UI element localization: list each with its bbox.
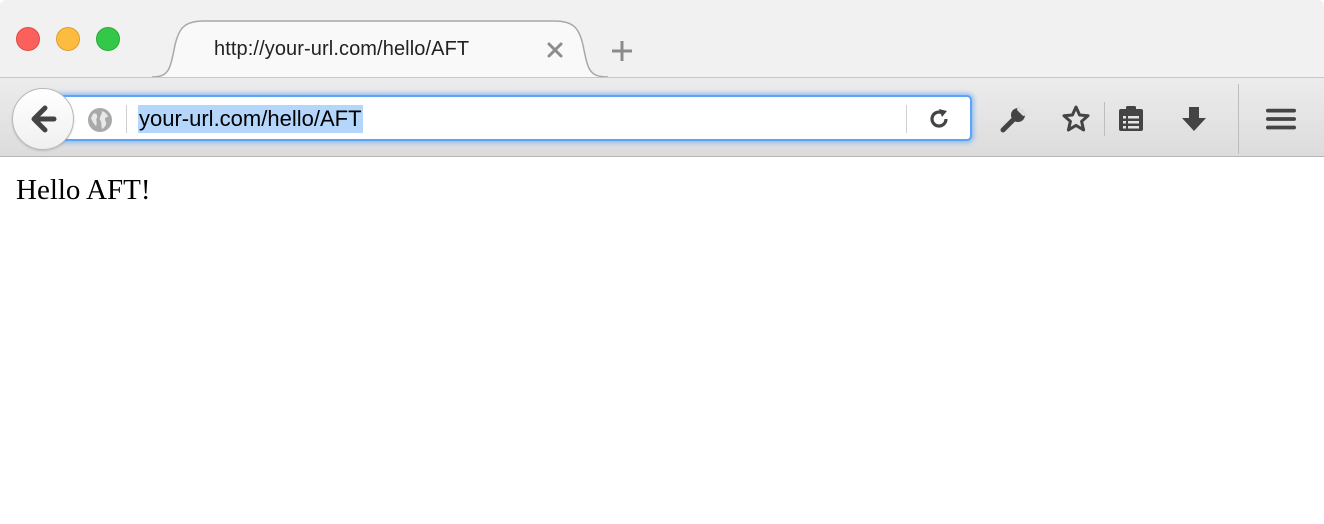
window-minimize-button[interactable] <box>56 27 80 51</box>
menu-icon[interactable] <box>1266 104 1296 134</box>
window-close-button[interactable] <box>16 27 40 51</box>
title-bar: http://your-url.com/hello/AFT <box>0 0 1324 78</box>
back-button[interactable] <box>12 88 74 150</box>
page-content: Hello AFT! <box>0 157 1324 524</box>
back-arrow-icon <box>31 105 57 133</box>
url-bar[interactable]: your-url.com/hello/AFT <box>48 95 972 141</box>
navigation-toolbar: your-url.com/hello/AFT <box>0 77 1324 157</box>
new-tab-plus-icon[interactable] <box>609 38 635 64</box>
url-separator <box>126 105 127 133</box>
tab-active[interactable]: http://your-url.com/hello/AFT <box>152 20 608 78</box>
browser-window: http://your-url.com/hello/AFT your-url.c… <box>0 0 1324 524</box>
globe-icon <box>88 108 112 132</box>
page-text: Hello AFT! <box>16 174 151 206</box>
toolbar-separator <box>1238 84 1239 154</box>
window-maximize-button[interactable] <box>96 27 120 51</box>
bookmark-star-icon[interactable] <box>1061 104 1091 134</box>
reload-separator <box>906 105 907 133</box>
url-text[interactable]: your-url.com/hello/AFT <box>138 105 363 133</box>
reading-list-icon[interactable] <box>1116 104 1146 134</box>
download-icon[interactable] <box>1179 104 1209 134</box>
tab-title: http://your-url.com/hello/AFT <box>214 38 470 60</box>
reload-icon[interactable] <box>926 106 952 132</box>
close-icon[interactable] <box>546 41 564 59</box>
toolbar-separator <box>1104 102 1105 136</box>
wrench-icon[interactable] <box>999 104 1029 134</box>
